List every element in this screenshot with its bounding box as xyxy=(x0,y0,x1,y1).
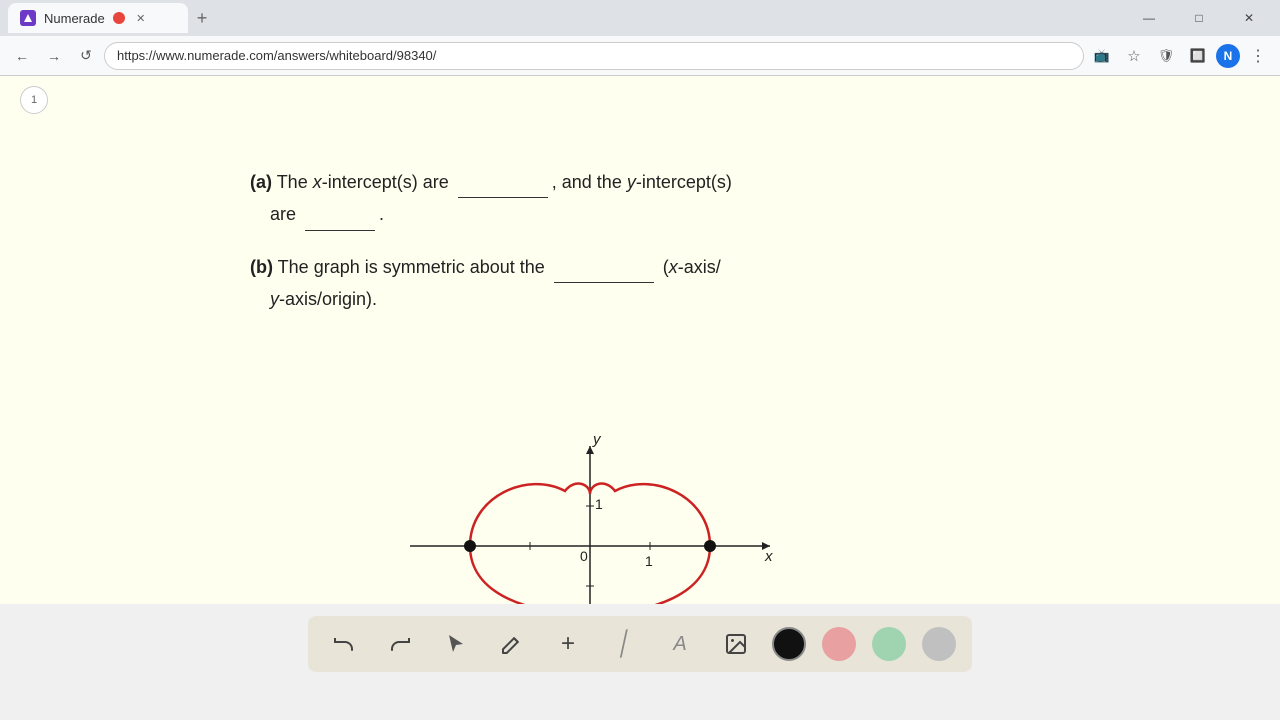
new-tab-button[interactable]: + xyxy=(188,4,216,32)
question-b-text1: The graph is symmetric about the xyxy=(278,257,550,277)
add-tool[interactable]: + xyxy=(548,624,588,664)
x-axis-label: x xyxy=(764,548,773,565)
extension-icon-2[interactable]: 🔲 xyxy=(1184,42,1212,70)
redo-button[interactable] xyxy=(380,624,420,664)
question-b-x-italic: x xyxy=(669,257,678,277)
color-green[interactable] xyxy=(872,627,906,661)
extension-icon-1[interactable]: 🛡 xyxy=(1152,42,1180,70)
forward-button[interactable]: → xyxy=(40,42,68,70)
question-b-text4: -axis/origin). xyxy=(279,289,377,309)
question-a-text4: -intercept(s) xyxy=(636,172,732,192)
line-tool[interactable]: ╱ xyxy=(600,620,649,669)
question-b-text2: ( xyxy=(658,257,669,277)
color-gray[interactable] xyxy=(922,627,956,661)
navigation-bar: ← → ↺ https://www.numerade.com/answers/w… xyxy=(0,36,1280,76)
recording-dot xyxy=(113,12,125,24)
blank-x-intercept xyxy=(458,197,548,198)
tab-favicon xyxy=(20,10,36,26)
menu-icon[interactable]: ⋮ xyxy=(1244,42,1272,70)
x-one-label: 1 xyxy=(645,553,653,569)
maximize-button[interactable]: □ xyxy=(1176,2,1222,34)
color-black[interactable] xyxy=(772,627,806,661)
y-one-label: 1 xyxy=(595,496,603,512)
image-tool[interactable] xyxy=(716,624,756,664)
question-a: (a) The x-intercept(s) are , and the y-i… xyxy=(250,166,1180,231)
blank-symmetry xyxy=(554,282,654,283)
blank-y-intercept xyxy=(305,230,375,231)
cursor-tool[interactable] xyxy=(436,624,476,664)
question-a-text5: are xyxy=(250,204,301,224)
tab-close-button[interactable]: ✕ xyxy=(133,10,149,26)
undo-button[interactable] xyxy=(324,624,364,664)
question-a-x-italic: x xyxy=(313,172,322,192)
color-pink[interactable] xyxy=(822,627,856,661)
cast-icon[interactable]: 📺 xyxy=(1088,42,1116,70)
slide-number: 1 xyxy=(31,94,37,106)
toolbar-inner: + ╱ A xyxy=(308,616,972,672)
bookmark-icon[interactable]: ☆ xyxy=(1120,42,1148,70)
question-b-label: (b) xyxy=(250,257,273,277)
active-tab[interactable]: Numerade ✕ xyxy=(8,3,188,33)
question-b-y-italic: y xyxy=(270,289,279,309)
slide-indicator: 1 xyxy=(20,86,48,114)
question-a-text3: , and the xyxy=(552,172,627,192)
reload-button[interactable]: ↺ xyxy=(72,42,100,70)
tab-title: Numerade xyxy=(44,11,105,26)
address-bar[interactable]: https://www.numerade.com/answers/whitebo… xyxy=(104,42,1084,70)
question-a-text1: The xyxy=(277,172,313,192)
question-b: (b) The graph is symmetric about the (x -… xyxy=(250,251,1180,316)
toolbar: + ╱ A xyxy=(0,604,1280,684)
question-a-label: (a) xyxy=(250,172,272,192)
close-button[interactable]: ✕ xyxy=(1226,2,1272,34)
math-content: (a) The x-intercept(s) are , and the y-i… xyxy=(250,166,1180,346)
user-avatar[interactable]: N xyxy=(1216,44,1240,68)
minimize-button[interactable]: — xyxy=(1126,2,1172,34)
left-intercept-dot xyxy=(464,540,476,552)
pencil-tool[interactable] xyxy=(492,624,532,664)
origin-label: 0 xyxy=(580,548,588,564)
question-a-y-italic: y xyxy=(627,172,636,192)
y-axis-label: y xyxy=(592,436,602,448)
right-intercept-dot xyxy=(704,540,716,552)
question-a-text2: -intercept(s) are xyxy=(322,172,454,192)
text-tool[interactable]: A xyxy=(660,624,700,664)
page-content: 1 (a) The x-intercept(s) are , and the y… xyxy=(0,76,1280,684)
question-a-text6: . xyxy=(379,204,384,224)
url-text: https://www.numerade.com/answers/whitebo… xyxy=(117,48,436,63)
back-button[interactable]: ← xyxy=(8,42,36,70)
